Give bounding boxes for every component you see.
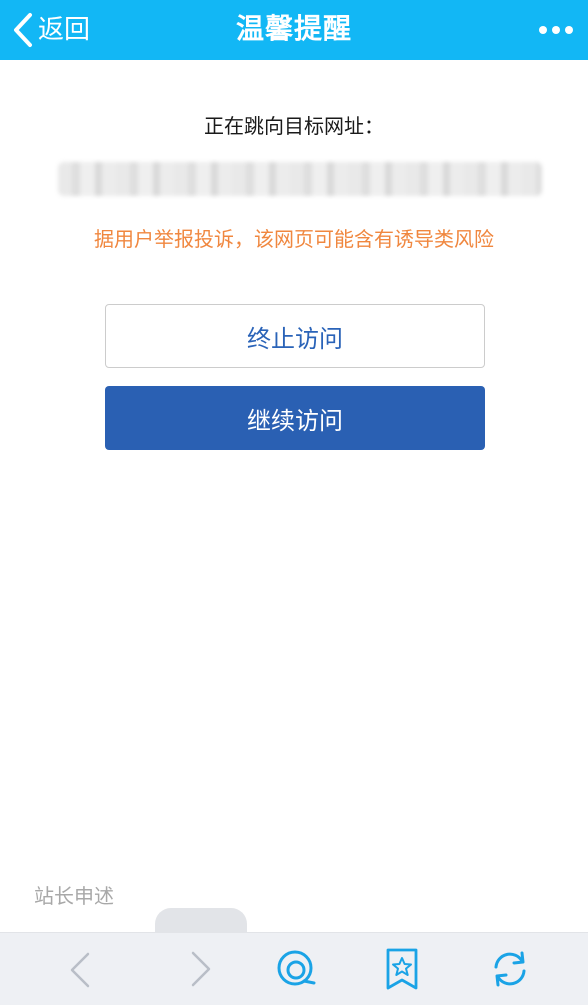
back-button[interactable]: 返回 (12, 8, 90, 52)
more-menu-button[interactable] (536, 14, 576, 44)
continue-visit-button[interactable]: 继续访问 (105, 386, 485, 450)
back-label: 返回 (38, 15, 91, 45)
toolbar-back-button[interactable] (34, 933, 126, 1005)
chevron-left-icon (68, 950, 92, 990)
stop-visit-button[interactable]: 终止访问 (105, 304, 485, 368)
toolbar-refresh-button[interactable] (464, 932, 556, 1005)
blurred-target-url (58, 162, 542, 196)
toolbar-qq-browser-button[interactable] (250, 932, 342, 1005)
risk-warning-text: 据用户举报投诉，该网页可能含有诱导类风险 (94, 227, 494, 251)
qq-browser-icon (274, 947, 318, 991)
more-dots-icon (538, 20, 574, 39)
header-bar: 返回 温馨提醒 (0, 0, 588, 60)
refresh-icon (488, 947, 532, 991)
redirect-label: 正在跳向目标网址： (204, 114, 384, 138)
toolbar-forward-button[interactable] (155, 932, 247, 1005)
webmaster-appeal-link[interactable]: 站长申述 (34, 880, 114, 909)
bookmark-star-icon (384, 947, 420, 991)
chevron-right-icon (189, 949, 213, 989)
chevron-left-icon (12, 12, 34, 48)
toolbar-bookmark-button[interactable] (356, 932, 448, 1005)
page: 返回 温馨提醒 正在跳向目标网址： 据用户举报投诉，该网页可能含有诱导类风险 终… (0, 0, 588, 1005)
